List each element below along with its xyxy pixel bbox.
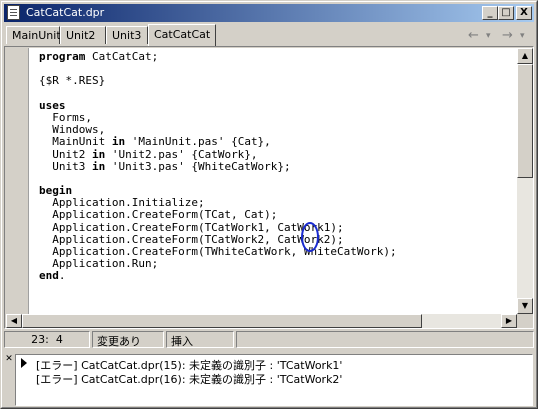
tab-unit3[interactable]: Unit3	[106, 26, 148, 44]
highlight-circle	[301, 222, 319, 252]
code-line[interactable]: Unit3 in 'Unit3.pas' {WhiteCatWork};	[39, 160, 397, 173]
message-item[interactable]: [エラー] CatCatCat.dpr(15): 未定義の識別子 : 'TCat…	[36, 357, 342, 372]
scroll-up-button[interactable]: ▲	[517, 48, 533, 64]
minimize-button[interactable]: _	[482, 6, 498, 20]
code-line[interactable]: Application.Run;	[39, 258, 397, 270]
code-editor-frame: program CatCatCat; {$R *.RES} uses Forms, …	[4, 46, 534, 329]
file-tab-bar: MainUnit Unit2 Unit3 CatCatCat ← ▾ → ▾	[4, 24, 534, 46]
insert-mode-indicator: 挿入	[166, 331, 234, 348]
back-arrow-icon[interactable]: ←	[468, 28, 479, 43]
tab-catcatcat[interactable]: CatCatCat	[148, 24, 216, 46]
code-line[interactable]	[39, 173, 397, 185]
back-dropdown-icon[interactable]: ▾	[486, 31, 491, 41]
status-bar: 23: 4 変更あり 挿入	[4, 331, 534, 349]
editor-window: CatCatCat.dpr _ □ X MainUnit Unit2 Unit3…	[0, 0, 538, 409]
code-line[interactable]: uses	[39, 99, 397, 112]
scroll-left-button[interactable]: ◀	[6, 314, 22, 328]
vertical-scroll-thumb[interactable]	[517, 64, 533, 178]
code-line[interactable]	[39, 88, 397, 100]
message-item[interactable]: [エラー] CatCatCat.dpr(16): 未定義の識別子 : 'TCat…	[36, 371, 342, 386]
close-button[interactable]: X	[516, 6, 532, 20]
title-bar[interactable]: CatCatCat.dpr _ □ X	[4, 4, 534, 22]
forward-arrow-icon[interactable]: →	[502, 28, 513, 43]
code-editor[interactable]: program CatCatCat; {$R *.RES} uses Forms, …	[29, 48, 517, 314]
horizontal-scroll-thumb[interactable]	[22, 314, 422, 328]
status-empty-panel	[236, 331, 534, 348]
modified-indicator: 変更あり	[92, 331, 164, 348]
code-line[interactable]: {$R *.RES}	[39, 75, 397, 87]
scroll-down-button[interactable]: ▼	[517, 298, 533, 314]
current-message-arrow-icon	[21, 358, 27, 368]
cursor-position: 23: 4	[4, 331, 90, 348]
maximize-button[interactable]: □	[498, 6, 514, 20]
tab-unit2[interactable]: Unit2	[60, 26, 106, 44]
document-icon[interactable]	[7, 5, 20, 20]
scrollbar-corner	[517, 314, 533, 328]
tab-mainunit[interactable]: MainUnit	[6, 26, 61, 44]
code-line[interactable]: end.	[39, 270, 397, 282]
message-list[interactable]: [エラー] CatCatCat.dpr(15): 未定義の識別子 : 'TCat…	[15, 354, 533, 406]
window-title: CatCatCat.dpr	[26, 6, 105, 19]
horizontal-scrollbar[interactable]: ◀ ▶	[6, 314, 517, 328]
editor-gutter[interactable]	[6, 48, 29, 314]
scroll-right-button[interactable]: ▶	[501, 314, 517, 328]
message-pane: ✕ [エラー] CatCatCat.dpr(15): 未定義の識別子 : 'TC…	[4, 354, 534, 406]
vertical-scrollbar[interactable]: ▲ ▼	[517, 48, 533, 314]
source-code[interactable]: program CatCatCat; {$R *.RES} uses Forms, …	[39, 50, 397, 283]
code-line[interactable]: program CatCatCat;	[39, 50, 397, 63]
close-icon[interactable]: ✕	[4, 354, 14, 364]
forward-dropdown-icon[interactable]: ▾	[520, 31, 525, 41]
